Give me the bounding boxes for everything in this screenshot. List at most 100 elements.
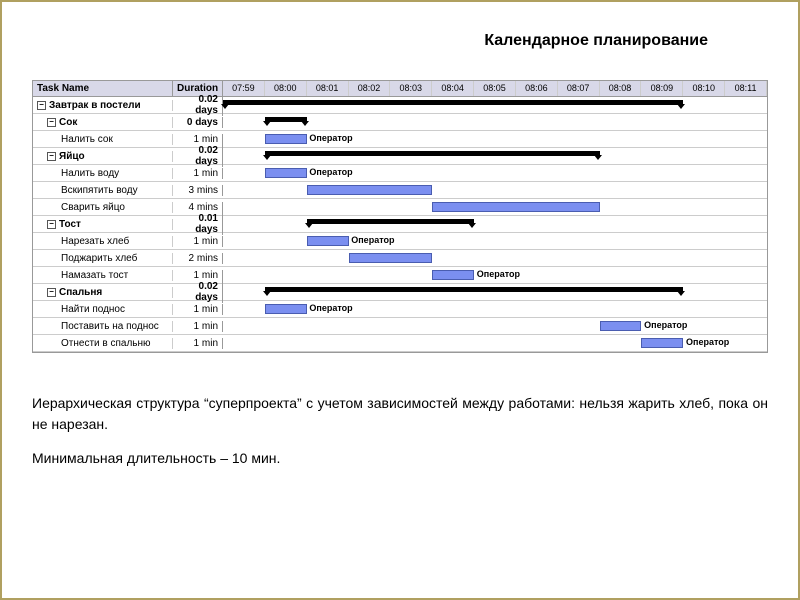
task-name-cell[interactable]: −Завтрак в постели [33,100,173,111]
collapse-toggle-icon[interactable]: − [47,288,56,297]
task-name-cell[interactable]: Отнести в спальню [33,338,173,349]
resource-label: Оператор [309,303,352,313]
task-name-cell[interactable]: Сварить яйцо [33,202,173,213]
duration-cell: 1 min [173,134,223,145]
task-bar[interactable] [307,236,349,246]
collapse-toggle-icon[interactable]: − [47,118,56,127]
bar-area [223,216,767,233]
task-name-cell[interactable]: Налить воду [33,168,173,179]
bar-area [223,148,767,165]
gantt-row[interactable]: Вскипятить воду 3 mins [33,182,767,199]
task-name-cell[interactable]: Поджарить хлеб [33,253,173,264]
collapse-toggle-icon[interactable]: − [47,220,56,229]
task-bar[interactable] [600,321,642,331]
task-bar[interactable] [265,168,307,178]
bar-area [223,97,767,114]
gantt-row[interactable]: −Сок0 days [33,114,767,131]
duration-cell: 1 min [173,321,223,332]
task-name-cell[interactable]: Нарезать хлеб [33,236,173,247]
timeline-tick: 08:05 [474,81,516,96]
bar-area: Оператор [223,267,767,284]
col-header-task[interactable]: Task Name [33,81,173,96]
duration-cell: 1 min [173,168,223,179]
task-bar[interactable] [349,253,433,263]
task-name-text: Поджарить хлеб [61,253,137,264]
task-name-text: Яйцо [59,151,85,162]
gantt-row[interactable]: Нарезать хлеб1 min Оператор [33,233,767,250]
gantt-row[interactable]: Найти поднос 1 min Оператор [33,301,767,318]
bar-area [223,114,767,131]
gantt-row[interactable]: Намазать тост1 minОператор [33,267,767,284]
collapse-toggle-icon[interactable]: − [37,101,46,110]
task-name-text: Найти поднос [61,304,125,315]
duration-cell: 1 min [173,236,223,247]
task-name-cell[interactable]: Найти поднос [33,304,173,315]
duration-cell: 0.02 days [173,94,223,116]
gantt-row[interactable]: Поставить на поднос 1 minОператор [33,318,767,335]
summary-bar[interactable] [265,117,307,122]
task-bar[interactable] [641,338,683,348]
duration-cell: 0.02 days [173,145,223,167]
resource-label: Оператор [309,167,352,177]
task-name-text: Сварить яйцо [61,202,125,213]
task-bar[interactable] [432,202,599,212]
bar-area: Оператор [223,301,767,318]
timeline-tick: 08:00 [265,81,307,96]
task-name-text: Вскипятить воду [61,185,138,196]
collapse-toggle-icon[interactable]: − [47,152,56,161]
task-bar[interactable] [432,270,474,280]
duration-cell: 1 min [173,270,223,281]
task-name-cell[interactable]: −Яйцо [33,151,173,162]
task-name-text: Налить воду [61,168,119,179]
resource-label: Оператор [686,337,729,347]
caption-min-duration: Минимальная длительность – 10 мин. [32,450,768,466]
timeline-tick: 08:04 [432,81,474,96]
gantt-row[interactable]: −Яйцо0.02 days [33,148,767,165]
resource-label: Оператор [309,133,352,143]
duration-cell: 0 days [173,117,223,128]
gantt-row[interactable]: Сварить яйцо4 mins [33,199,767,216]
gantt-row[interactable]: −Завтрак в постели0.02 days [33,97,767,114]
gantt-row[interactable]: −Тост0.01 days [33,216,767,233]
task-name-cell[interactable]: −Сок [33,117,173,128]
summary-bar[interactable] [265,151,600,156]
task-bar[interactable] [265,304,307,314]
gantt-row[interactable]: Налить сок1 min Оператор [33,131,767,148]
bar-area: Оператор [223,335,767,352]
duration-cell: 2 mins [173,253,223,264]
bar-area: Оператор [223,131,767,148]
timeline-tick: 08:02 [349,81,391,96]
task-bar[interactable] [265,134,307,144]
gantt-row[interactable]: Налить воду 1 min Оператор [33,165,767,182]
resource-label: Оператор [351,235,394,245]
bar-area [223,199,767,216]
bar-area: Оператор [223,165,767,182]
timeline-tick: 08:09 [641,81,683,96]
task-name-text: Поставить на поднос [61,321,159,332]
timeline-tick: 08:08 [600,81,642,96]
task-name-text: Спальня [59,287,102,298]
duration-cell: 1 min [173,338,223,349]
page-title: Календарное планирование [32,32,708,50]
task-name-cell[interactable]: Вскипятить воду [33,185,173,196]
bar-area: Оператор [223,318,767,335]
gantt-header: Task Name Duration 07:5908:0008:0108:020… [33,81,767,97]
summary-bar[interactable] [223,100,683,105]
gantt-row[interactable]: −Спальня0.02 days [33,284,767,301]
summary-bar[interactable] [307,219,474,224]
gantt-row[interactable]: Отнести в спальню1 min Оператор [33,335,767,352]
gantt-row[interactable]: Поджарить хлеб 2 mins [33,250,767,267]
summary-bar[interactable] [265,287,683,292]
task-name-cell[interactable]: Намазать тост [33,270,173,281]
task-name-cell[interactable]: Налить сок [33,134,173,145]
timeline-tick: 08:06 [516,81,558,96]
duration-cell: 1 min [173,304,223,315]
duration-cell: 3 mins [173,185,223,196]
task-name-cell[interactable]: −Спальня [33,287,173,298]
task-name-cell[interactable]: Поставить на поднос [33,321,173,332]
bar-area [223,182,767,199]
task-name-text: Тост [59,219,81,230]
task-name-cell[interactable]: −Тост [33,219,173,230]
task-bar[interactable] [307,185,433,195]
caption-text: Иерархическая структура “суперпроекта” с… [32,393,768,435]
